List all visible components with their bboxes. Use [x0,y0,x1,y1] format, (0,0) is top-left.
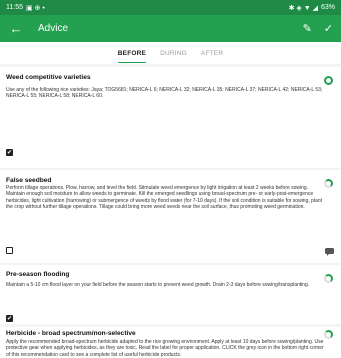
card-body: Apply the recommended broad-spectrum her… [6,339,324,358]
progress-complete-icon [324,76,333,85]
card-body: Perform tillage operations. Plow, harrow… [6,185,322,211]
comment-icon[interactable] [325,248,334,256]
checkmark-icon[interactable]: ✓ [324,22,333,35]
progress-partial-icon [324,330,333,339]
tab-after[interactable]: AFTER [201,44,223,62]
page-title: Advice [38,23,69,34]
edit-pencil-icon[interactable]: ✎ [303,22,312,35]
card-title: False seedbed [6,177,52,184]
notification-icons: ▣ ⊕ • [26,4,45,12]
card-title: Weed competitive varieties [6,74,91,81]
done-checkbox[interactable]: ✔ [6,149,13,156]
advice-card-herbicide-broad-spectrum[interactable]: Herbicide - broad spectrum/non-selective… [0,327,341,358]
app-bar: ← Advice ✎ ✓ [0,15,341,42]
advice-card-false-seedbed[interactable]: False seedbed Perform tillage operations… [0,170,341,263]
status-bar: 11:55 ▣ ⊕ • ✱ ◈ ▼ ◢ 63% [0,0,341,15]
status-time: 11:55 [6,4,23,11]
done-checkbox[interactable] [6,247,13,254]
connectivity-icons: ✱ ◈ ▼ ◢ [288,4,318,12]
battery-level: 63% [320,4,335,11]
card-body: Use any of the following rice varieties:… [6,87,323,100]
card-title: Herbicide - broad spectrum/non-selective [6,330,136,337]
advice-card-weed-competitive-varieties[interactable]: Weed competitive varieties Use any of th… [0,67,341,168]
card-title: Pre-season flooding [6,271,70,278]
back-arrow-icon[interactable]: ← [8,21,24,36]
tab-during[interactable]: DURING [160,44,187,62]
advice-card-pre-season-flooding[interactable]: Pre-season flooding Maintain a 5-10 cm f… [0,265,341,324]
card-body: Maintain a 5-10 cm flood layer on your f… [6,282,310,288]
tab-before[interactable]: BEFORE [117,44,147,63]
done-checkbox[interactable]: ✔ [6,315,13,322]
tab-bar: BEFORE DURING AFTER [0,42,341,64]
